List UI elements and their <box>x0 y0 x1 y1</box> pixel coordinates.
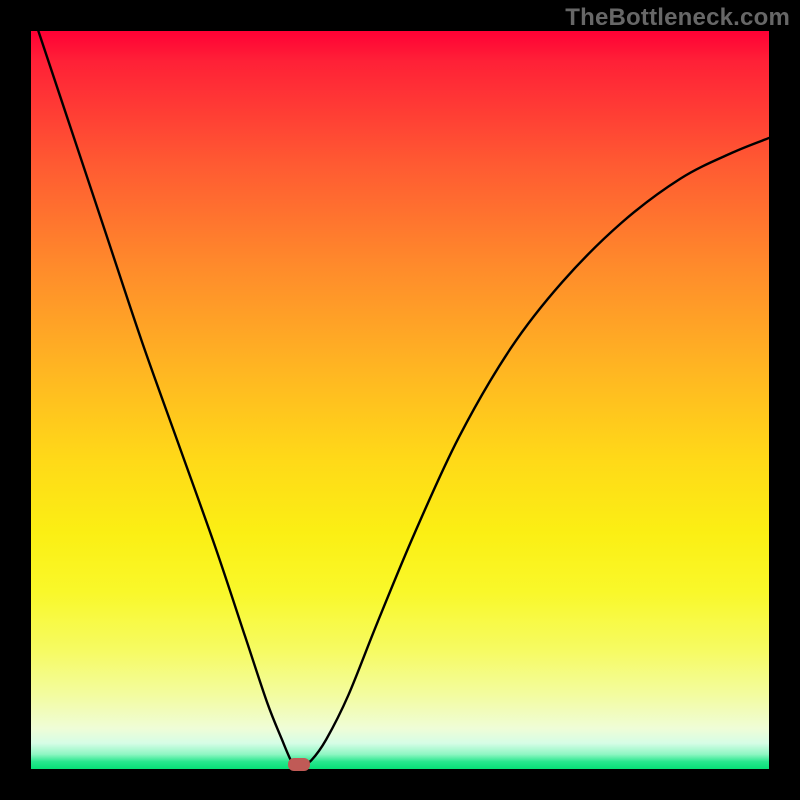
optimum-marker <box>288 758 310 771</box>
plot-area <box>31 31 769 769</box>
chart-frame: TheBottleneck.com <box>0 0 800 800</box>
line-curve <box>31 31 769 769</box>
watermark-text: TheBottleneck.com <box>565 4 790 32</box>
